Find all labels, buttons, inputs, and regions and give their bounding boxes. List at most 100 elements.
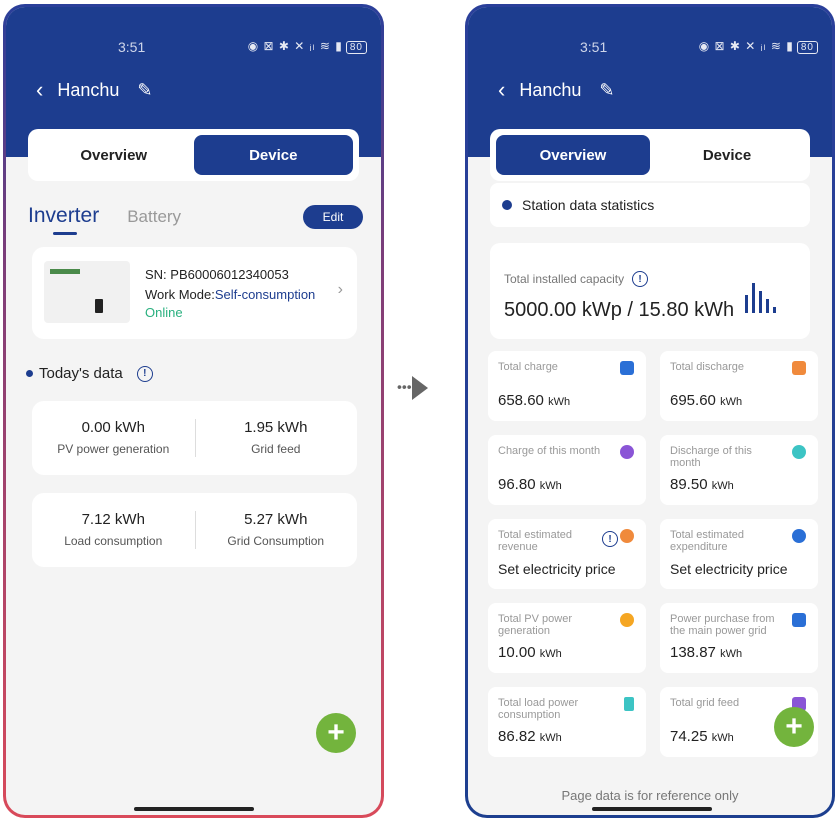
transition-arrow-icon: ••• <box>397 376 428 400</box>
card-label: Total grid feed <box>670 697 740 709</box>
stat-value: 0.00 kWh <box>81 419 145 436</box>
card-unit: kWh <box>720 396 743 408</box>
stat-label: Grid Consumption <box>227 534 325 548</box>
tab-overview[interactable]: Overview <box>34 135 194 175</box>
stat-label: Load consumption <box>64 534 163 548</box>
card-label: Total estimated expenditure <box>670 529 744 553</box>
back-icon[interactable]: ‹ <box>36 77 43 103</box>
edit-name-icon[interactable]: ✎ <box>599 80 614 101</box>
inverter-sn: SN: PB60006012340053 <box>145 267 289 282</box>
card-unit: kWh <box>539 732 562 744</box>
segmented-control: Overview Device <box>28 129 359 181</box>
battery-discharge-icon <box>792 361 806 375</box>
stat-card: Total PV power generation 10.00 kWh <box>488 603 646 673</box>
card-unit: kWh <box>711 732 734 744</box>
tab-inverter[interactable]: Inverter <box>28 204 99 228</box>
page-title: Hanchu <box>57 79 120 100</box>
card-value[interactable]: Set electricity price <box>670 561 787 577</box>
edit-name-icon[interactable]: ✎ <box>137 80 152 101</box>
stat-card: 0.00 kWh PV power generation 1.95 kWh Gr… <box>32 401 357 475</box>
info-icon[interactable]: ! <box>632 271 649 287</box>
stat-card: Power purchase from the main power grid … <box>660 603 818 673</box>
stat-value: 7.12 kWh <box>81 511 145 528</box>
status-icons: ◉ ⊠ ✱ ✕ ᵢₗ ≋ ▮ 80 <box>699 39 818 54</box>
add-button[interactable]: + <box>774 707 814 747</box>
card-unit: kWh <box>711 480 734 492</box>
tab-overview[interactable]: Overview <box>496 135 650 175</box>
status-time: 3:51 <box>580 39 608 55</box>
card-label: Charge of this month <box>498 445 601 457</box>
footnote: Page data is for reference only <box>561 788 739 803</box>
sun-icon <box>620 613 634 627</box>
stat-value: 5.27 kWh <box>244 511 308 528</box>
page-title: Hanchu <box>519 79 582 100</box>
charge-month-icon <box>620 445 634 459</box>
card-unit: kWh <box>548 396 571 408</box>
card-value: 138.87 <box>670 644 716 661</box>
left-phone-screen: 3:51 ◉ ⊠ ✱ ✕ ᵢₗ ≋ ▮ 80 ‹ Hanchu ✎ Overvie… <box>3 4 384 818</box>
back-icon[interactable]: ‹ <box>498 77 505 103</box>
battery-icon: 80 <box>345 41 367 54</box>
card-value: 74.25 <box>670 728 708 745</box>
stat-card: Total charge 658.60 kWh <box>488 351 646 421</box>
stat-card: 7.12 kWh Load consumption 5.27 kWh Grid … <box>32 493 357 567</box>
stat-card: Total estimated revenue ! Set electricit… <box>488 519 646 589</box>
inverter-logo <box>50 269 80 274</box>
battery-charge-icon <box>620 361 634 375</box>
info-icon[interactable]: ! <box>602 531 618 547</box>
todays-data-heading: Today's data ! <box>26 365 153 382</box>
card-value: 89.50 <box>670 476 708 493</box>
lightning-icon <box>624 697 634 711</box>
status-bar: 3:51 ◉ ⊠ ✱ ✕ ᵢₗ ≋ ▮ 80 <box>468 39 832 59</box>
home-indicator[interactable] <box>134 807 254 811</box>
card-value[interactable]: Set electricity price <box>498 561 615 577</box>
inverter-card[interactable]: SN: PB60006012340053 Work Mode:Self-cons… <box>32 247 357 339</box>
info-icon[interactable]: ! <box>136 365 153 382</box>
stat-label: PV power generation <box>57 442 170 456</box>
card-value: 86.82 <box>498 728 536 745</box>
expenditure-icon <box>792 529 806 543</box>
right-phone-screen: 3:51 ◉ ⊠ ✱ ✕ ᵢₗ ≋ ▮ 80 ‹ Hanchu ✎ Overvie… <box>465 4 835 818</box>
inverter-work-mode: Work Mode:Self-consumption <box>145 287 316 302</box>
capacity-label: Total installed capacity <box>504 272 625 286</box>
stat-card: Charge of this month 96.80 kWh <box>488 435 646 505</box>
bullet-dot <box>502 200 512 210</box>
nav-bar: ‹ Hanchu ✎ <box>36 77 152 103</box>
inverter-status: Online <box>145 305 183 320</box>
stat-card: Total discharge 695.60 kWh <box>660 351 818 421</box>
stat-value: 1.95 kWh <box>244 419 308 436</box>
tab-underline <box>53 232 77 235</box>
tab-device[interactable]: Device <box>650 135 804 175</box>
bar-chart-icon <box>745 283 776 313</box>
home-indicator[interactable] <box>592 807 712 811</box>
capacity-value: 5000.00 kWp / 15.80 kWh <box>504 299 735 321</box>
card-unit: kWh <box>720 648 743 660</box>
card-label: Total PV power generation <box>498 613 572 637</box>
card-label: Total charge <box>498 361 558 373</box>
tab-battery[interactable]: Battery <box>127 207 181 227</box>
section-title: Station data statistics <box>490 183 810 227</box>
nav-bar: ‹ Hanchu ✎ <box>498 77 614 103</box>
chevron-right-icon: › <box>337 281 343 298</box>
card-value: 96.80 <box>498 476 536 493</box>
card-value: 695.60 <box>670 392 716 409</box>
edit-button[interactable]: Edit <box>303 205 363 229</box>
card-unit: kWh <box>539 480 562 492</box>
device-type-tabs: Inverter Battery <box>28 204 181 235</box>
status-time: 3:51 <box>118 39 146 55</box>
inverter-image <box>44 261 130 323</box>
bullet-dot <box>26 370 33 377</box>
stat-card: Discharge of this month 89.50 kWh <box>660 435 818 505</box>
purchase-bag-icon <box>792 613 806 627</box>
stat-label: Grid feed <box>251 442 301 456</box>
card-label: Total load power consumption <box>498 697 579 721</box>
status-icons: ◉ ⊠ ✱ ✕ ᵢₗ ≋ ▮ 80 <box>248 39 367 54</box>
card-label: Total discharge <box>670 361 744 373</box>
card-value: 658.60 <box>498 392 544 409</box>
inverter-display <box>95 299 103 313</box>
add-button[interactable]: + <box>316 713 356 753</box>
capacity-card: Total installed capacity! 5000.00 kWp / … <box>490 243 810 339</box>
discharge-month-icon <box>792 445 806 459</box>
tab-device[interactable]: Device <box>193 135 353 175</box>
card-label: Total estimated revenue <box>498 529 572 553</box>
